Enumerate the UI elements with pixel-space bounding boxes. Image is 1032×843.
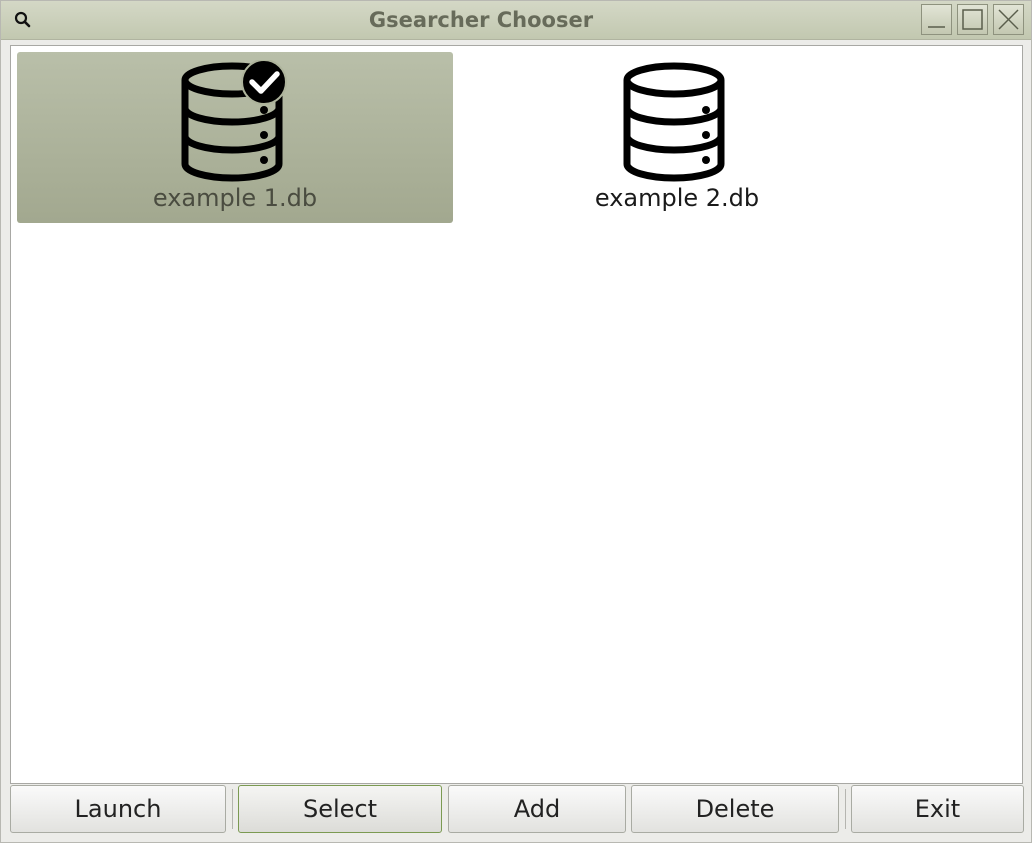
maximize-icon [962, 9, 983, 30]
maximize-button[interactable] [957, 4, 988, 35]
title-bar[interactable]: Gsearcher Chooser [1, 1, 1031, 40]
button-bar: Launch Select Add Delete Exit [1, 785, 1031, 842]
select-button[interactable]: Select [238, 785, 442, 833]
close-icon [998, 9, 1019, 30]
database-icon-view[interactable]: example 1.db example 2.db [10, 45, 1023, 784]
window-title: Gsearcher Chooser [368, 8, 594, 32]
close-button[interactable] [993, 4, 1024, 35]
launch-button[interactable]: Launch [10, 785, 226, 833]
minimize-icon [928, 26, 945, 28]
database-label: example 2.db [594, 184, 760, 212]
delete-button[interactable]: Delete [631, 785, 839, 833]
database-item-example-2[interactable]: example 2.db [459, 52, 895, 223]
exit-button[interactable]: Exit [851, 785, 1024, 833]
separator [232, 789, 233, 829]
add-button[interactable]: Add [448, 785, 626, 833]
database-check-icon [181, 60, 287, 182]
chooser-window: Gsearcher Chooser example 1.db example 2… [0, 0, 1032, 843]
separator [845, 789, 846, 829]
minimize-button[interactable] [921, 4, 952, 35]
database-icon [623, 62, 725, 182]
database-item-example-1[interactable]: example 1.db [17, 52, 453, 223]
database-label: example 1.db [152, 184, 318, 212]
